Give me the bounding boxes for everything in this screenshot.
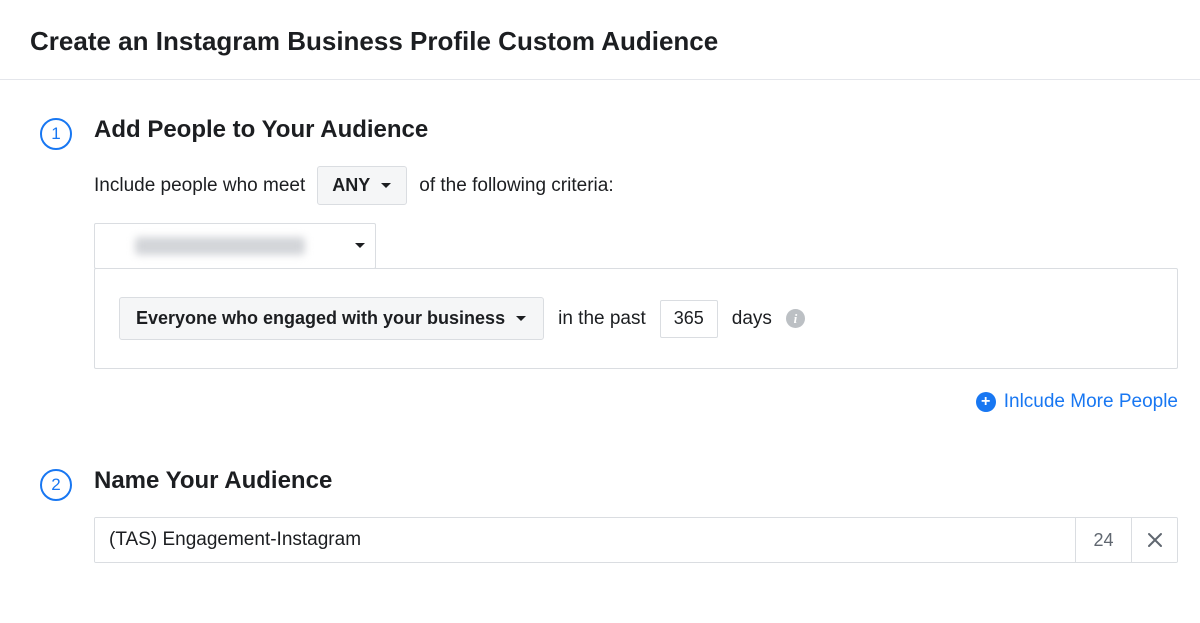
clear-name-button[interactable]	[1131, 518, 1177, 562]
audience-name-input[interactable]	[95, 518, 1075, 562]
criteria-suffix: of the following criteria:	[419, 175, 613, 197]
close-icon	[1147, 532, 1163, 548]
criteria-sentence: Include people who meet ANY of the follo…	[94, 166, 1178, 205]
days-input[interactable]	[660, 300, 718, 338]
step-2: 2 Name Your Audience 24	[40, 467, 1178, 563]
criteria-panel: Everyone who engaged with your business …	[94, 268, 1178, 369]
past-prefix: in the past	[558, 308, 646, 330]
char-count: 24	[1075, 518, 1131, 562]
caret-down-icon	[345, 224, 375, 268]
include-more-button[interactable]: + Inlcude More People	[94, 391, 1178, 413]
caret-down-icon	[515, 315, 527, 323]
account-name-redacted	[95, 224, 345, 268]
caret-down-icon	[380, 182, 392, 190]
engagement-type-dropdown[interactable]: Everyone who engaged with your business	[119, 297, 544, 340]
plus-circle-icon: +	[976, 392, 996, 412]
info-icon[interactable]: i	[786, 309, 805, 328]
days-suffix: days	[732, 308, 772, 330]
step-2-badge: 2	[40, 469, 72, 501]
step-1-badge: 1	[40, 118, 72, 150]
page-title: Create an Instagram Business Profile Cus…	[0, 0, 1200, 79]
match-mode-dropdown[interactable]: ANY	[317, 166, 407, 205]
audience-name-row: 24	[94, 517, 1178, 563]
match-mode-label: ANY	[332, 175, 370, 196]
step-1-title: Add People to Your Audience	[94, 116, 1178, 144]
include-more-label: Inlcude More People	[1004, 391, 1178, 413]
step-2-title: Name Your Audience	[94, 467, 1178, 495]
engagement-type-label: Everyone who engaged with your business	[136, 308, 505, 329]
account-dropdown[interactable]	[94, 223, 376, 269]
step-1: 1 Add People to Your Audience Include pe…	[40, 116, 1178, 413]
criteria-prefix: Include people who meet	[94, 175, 305, 197]
